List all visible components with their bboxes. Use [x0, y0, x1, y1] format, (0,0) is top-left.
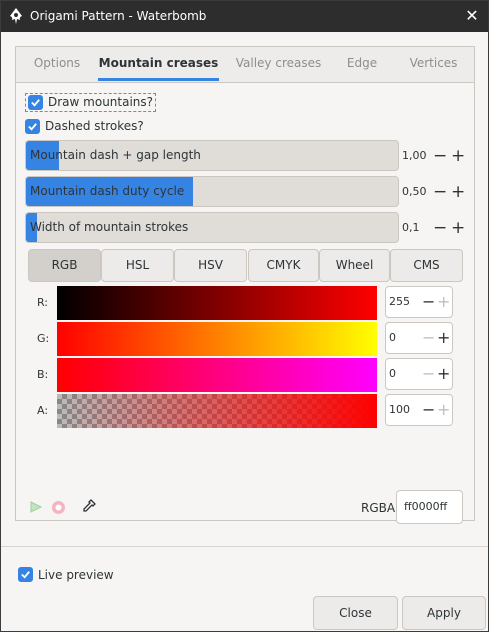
- tab-options[interactable]: Options: [16, 47, 98, 81]
- green-value: 0: [389, 331, 396, 344]
- focus-ring: Draw mountains?: [25, 92, 157, 112]
- stroke-width-label: Width of mountain strokes: [30, 220, 189, 234]
- checkbox-checked-icon: [18, 567, 33, 582]
- increment-icon[interactable]: +: [437, 401, 450, 419]
- stroke-width-value: 0,1: [402, 221, 420, 234]
- channel-r-label: R:: [37, 296, 49, 309]
- increment-icon[interactable]: +: [437, 365, 450, 383]
- tab-valley-creases[interactable]: Valley creases: [226, 47, 331, 81]
- close-window-icon[interactable]: ✕: [463, 7, 481, 25]
- red-channel-slider[interactable]: [57, 286, 377, 320]
- dash-gap-length-slider[interactable]: Mountain dash + gap length: [25, 140, 399, 171]
- mode-hsl[interactable]: HSL: [101, 249, 174, 282]
- rgba-label: RGBA:: [361, 501, 399, 515]
- increment-icon[interactable]: +: [437, 293, 450, 311]
- close-button[interactable]: Close: [313, 596, 398, 630]
- channel-a-label: A:: [37, 404, 49, 417]
- tab-vertices[interactable]: Vertices: [396, 47, 471, 81]
- separator: [1, 546, 488, 547]
- mode-rgb[interactable]: RGB: [28, 249, 101, 282]
- color-wheel-icon[interactable]: [29, 500, 43, 514]
- mode-cms[interactable]: CMS: [390, 249, 463, 282]
- tab-edge[interactable]: Edge: [334, 47, 390, 81]
- blue-channel-slider[interactable]: [57, 358, 377, 392]
- minus-icon[interactable]: −: [433, 220, 447, 237]
- dashed-strokes-label: Dashed strokes?: [45, 119, 144, 133]
- apply-button[interactable]: Apply: [402, 596, 486, 630]
- channel-b-label: B:: [37, 368, 49, 381]
- decrement-icon[interactable]: −: [422, 401, 435, 419]
- dash-gap-length-value: 1,00: [402, 149, 427, 162]
- live-preview-checkbox[interactable]: Live preview: [18, 567, 114, 582]
- mode-wheel[interactable]: Wheel: [319, 249, 390, 282]
- decrement-icon[interactable]: −: [422, 293, 435, 311]
- tab-mountain-creases[interactable]: Mountain creases: [98, 47, 219, 81]
- tab-bar: Options Mountain creases Valley creases …: [16, 47, 474, 83]
- draw-mountains-label: Draw mountains?: [48, 95, 154, 109]
- plus-icon[interactable]: +: [451, 148, 465, 165]
- plus-icon[interactable]: +: [451, 184, 465, 201]
- decrement-icon[interactable]: −: [422, 365, 435, 383]
- red-value-spinbox[interactable]: 255 − +: [385, 286, 453, 318]
- decrement-icon[interactable]: −: [422, 329, 435, 347]
- alpha-value: 100: [389, 403, 410, 416]
- minus-icon[interactable]: −: [433, 184, 447, 201]
- blue-value-spinbox[interactable]: 0 − +: [385, 358, 453, 390]
- increment-icon[interactable]: +: [437, 329, 450, 347]
- rgba-input[interactable]: ff0000ff: [396, 490, 463, 524]
- mode-cmyk[interactable]: CMYK: [248, 249, 319, 282]
- channel-g-label: G:: [37, 332, 50, 345]
- draw-mountains-checkbox[interactable]: Draw mountains?: [25, 92, 157, 112]
- title-bar: Origami Pattern - Waterbomb ✕: [1, 1, 488, 32]
- dash-duty-cycle-label: Mountain dash duty cycle: [30, 184, 185, 198]
- minus-icon[interactable]: −: [433, 148, 447, 165]
- green-channel-slider[interactable]: [57, 322, 377, 356]
- eyedropper-icon[interactable]: [81, 498, 97, 514]
- checkbox-checked-icon: [25, 118, 40, 134]
- live-preview-label: Live preview: [38, 567, 114, 582]
- dash-gap-length-label: Mountain dash + gap length: [30, 148, 201, 162]
- plus-icon[interactable]: +: [451, 220, 465, 237]
- dash-duty-cycle-value: 0,50: [402, 185, 427, 198]
- dialog-window: Origami Pattern - Waterbomb ✕ Options Mo…: [0, 0, 489, 632]
- mode-hsv[interactable]: HSV: [174, 249, 247, 282]
- dash-duty-cycle-slider[interactable]: Mountain dash duty cycle: [25, 176, 399, 207]
- checkbox-checked-icon: [28, 94, 43, 110]
- dashed-strokes-checkbox[interactable]: Dashed strokes?: [25, 116, 144, 136]
- alpha-channel-slider[interactable]: [57, 394, 377, 428]
- blue-value: 0: [389, 367, 396, 380]
- stroke-width-slider[interactable]: Width of mountain strokes: [25, 212, 399, 243]
- inkscape-logo-icon: [10, 8, 22, 24]
- red-value: 255: [389, 295, 410, 308]
- green-value-spinbox[interactable]: 0 − +: [385, 322, 453, 354]
- alpha-value-spinbox[interactable]: 100 − +: [385, 394, 453, 426]
- window-title: Origami Pattern - Waterbomb: [30, 9, 207, 23]
- color-managed-icon[interactable]: [51, 500, 66, 515]
